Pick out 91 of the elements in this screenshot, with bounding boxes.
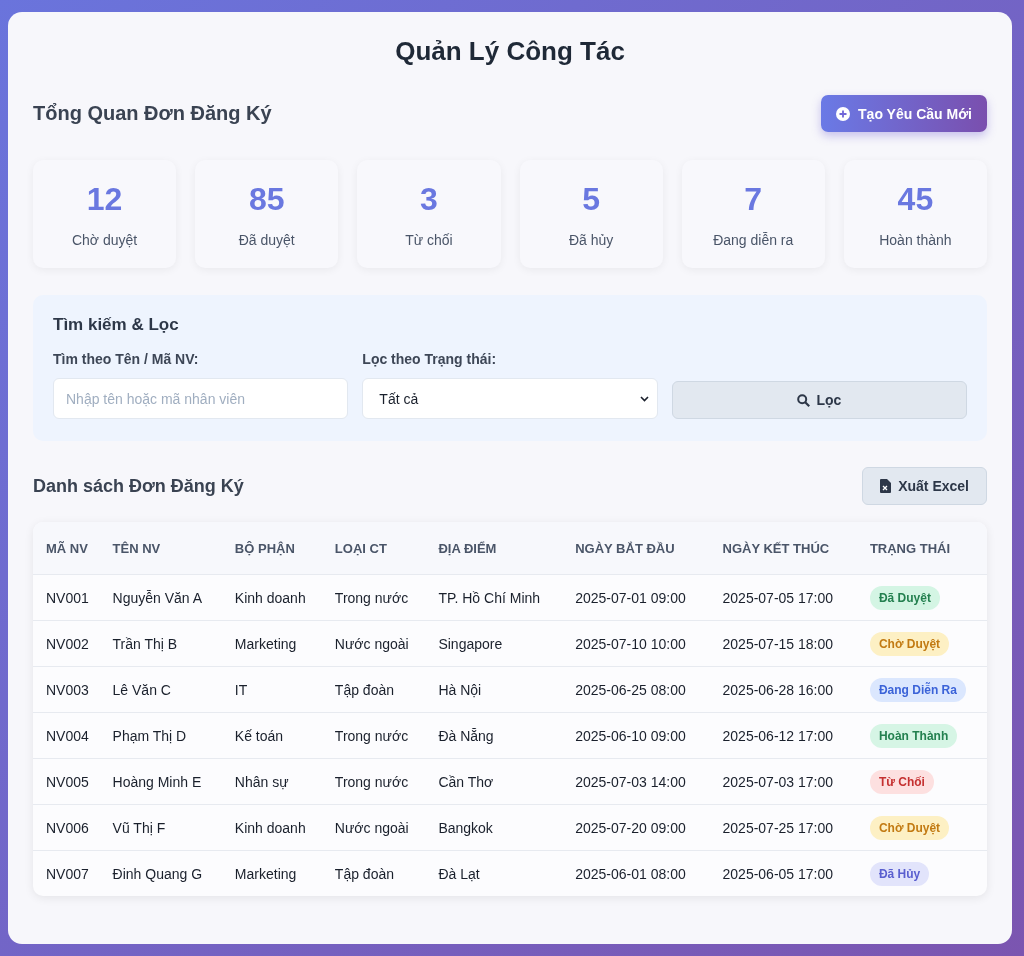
column-header: MÃ NV [33,522,100,575]
table-cell: 2025-06-05 17:00 [709,850,857,896]
table-cell: Trong nước [321,712,426,759]
table-cell: 2025-07-03 17:00 [709,758,857,805]
stat-label: Đang diễn ra [713,231,794,248]
table-cell: Hoàng Minh E [99,758,222,805]
status-badge: Hoàn Thành [869,723,958,748]
new-request-button[interactable]: Tạo Yêu Cầu Mới [821,95,987,132]
status-badge: Từ Chối [869,769,934,794]
table-cell: NV006 [33,804,100,851]
list-heading: Danh sách Đơn Đăng Ký [33,475,244,497]
table-cell: Phạm Thị D [99,712,222,759]
table-cell: 2025-07-20 09:00 [562,804,710,851]
stat-label: Đã duyệt [238,231,295,248]
column-header: ĐỊA ĐIỂM [425,522,563,575]
table-cell: Hà Nội [425,666,563,713]
status-select[interactable]: Tất cả [362,378,658,419]
table-cell: NV003 [33,666,100,713]
table-cell: Nước ngoài [321,804,426,851]
search-label: Tìm theo Tên / Mã NV: [53,351,200,367]
table-cell: Nhân sự [221,758,322,805]
filter-button[interactable]: Lọc [671,381,967,419]
table-cell: 2025-06-10 09:00 [562,712,710,759]
table-cell: NV005 [33,758,100,805]
column-header: TÊN NV [99,522,222,575]
overview-heading: Tổng Quan Đơn Đăng Ký [33,102,272,125]
table-cell: 2025-06-01 08:00 [562,850,710,896]
table-cell: Trong nước [321,758,426,805]
table-cell: IT [221,666,322,713]
table-cell: Lê Văn C [99,666,222,713]
table-cell: Trong nước [321,574,426,621]
table-cell: Nguyễn Văn A [99,574,222,621]
search-icon [797,393,811,407]
search-field[interactable]: Nhập tên hoặc mã nhân viên [53,378,349,419]
table-cell: Đinh Quang G [99,850,222,896]
table-cell: NV007 [33,850,100,896]
chevron-down-icon [639,395,649,402]
table-cell: 2025-07-10 10:00 [562,620,710,667]
page-title: Quản Lý Công Tác [394,36,626,67]
table-cell: 2025-07-03 14:00 [562,758,710,805]
stat-value: 7 [744,180,763,218]
table-cell: NV002 [33,620,100,667]
table-cell: Đà Lạt [425,850,563,896]
table-cell: Marketing [221,620,322,667]
table-cell: TP. Hồ Chí Minh [425,574,563,621]
spreadsheet-file-icon [880,479,892,493]
table-cell: Kế toán [221,712,322,759]
stat-value: 5 [582,180,600,218]
column-header: NGÀY BẮT ĐẦU [562,522,710,575]
status-badge: Đang Diễn Ra [869,677,966,702]
stat-value: 12 [86,180,123,218]
table-cell: Trần Thị B [99,620,222,667]
table-cell: Cần Thơ [425,758,563,805]
stat-value: 85 [248,180,285,218]
stat-label: Từ chối [405,231,453,248]
table-cell: 2025-06-12 17:00 [709,712,857,759]
status-filter-label: Lọc theo Trạng thái: [362,351,498,367]
table-cell: 2025-07-15 18:00 [709,620,857,667]
table-cell: Marketing [221,850,322,896]
table-cell: 2025-07-25 17:00 [709,804,857,851]
table-cell: Nước ngoài [321,620,426,667]
plus-circle-icon [836,106,851,121]
table-cell: 2025-06-28 16:00 [709,666,857,713]
filter-heading: Tìm kiếm & Lọc [53,315,180,335]
stat-value: 45 [897,180,934,218]
export-excel-button[interactable]: Xuất Excel [862,467,987,505]
table-cell: Kinh doanh [221,804,322,851]
status-badge: Chờ Duyệt [869,631,950,656]
stat-label: Chờ duyệt [71,231,138,248]
status-badge: Đã Hủy [869,861,930,886]
status-badge: Đã Duyệt [869,585,940,610]
table-cell: 2025-07-05 17:00 [709,574,857,621]
column-header: TRẠNG THÁI [856,522,987,575]
status-badge: Chờ Duyệt [869,815,950,840]
table-cell: Singapore [425,620,563,667]
column-header: LOẠI CT [321,522,426,575]
column-header: NGÀY KẾT THÚC [709,522,857,575]
column-header: BỘ PHẬN [221,522,322,575]
table-cell: NV001 [33,574,100,621]
stat-label: Đã hủy [568,231,614,248]
stat-value: 3 [420,180,438,218]
table-cell: Kinh doanh [221,574,322,621]
table-cell: 2025-06-25 08:00 [562,666,710,713]
table-cell: Đà Nẵng [425,712,563,759]
table-cell: NV004 [33,712,100,759]
table-cell: Tập đoàn [321,850,426,896]
table-cell: Vũ Thị F [99,804,222,851]
table-cell: 2025-07-01 09:00 [562,574,710,621]
table-cell: Bangkok [425,804,563,851]
table-cell: Tập đoàn [321,666,426,713]
stat-label: Hoàn thành [879,231,952,248]
